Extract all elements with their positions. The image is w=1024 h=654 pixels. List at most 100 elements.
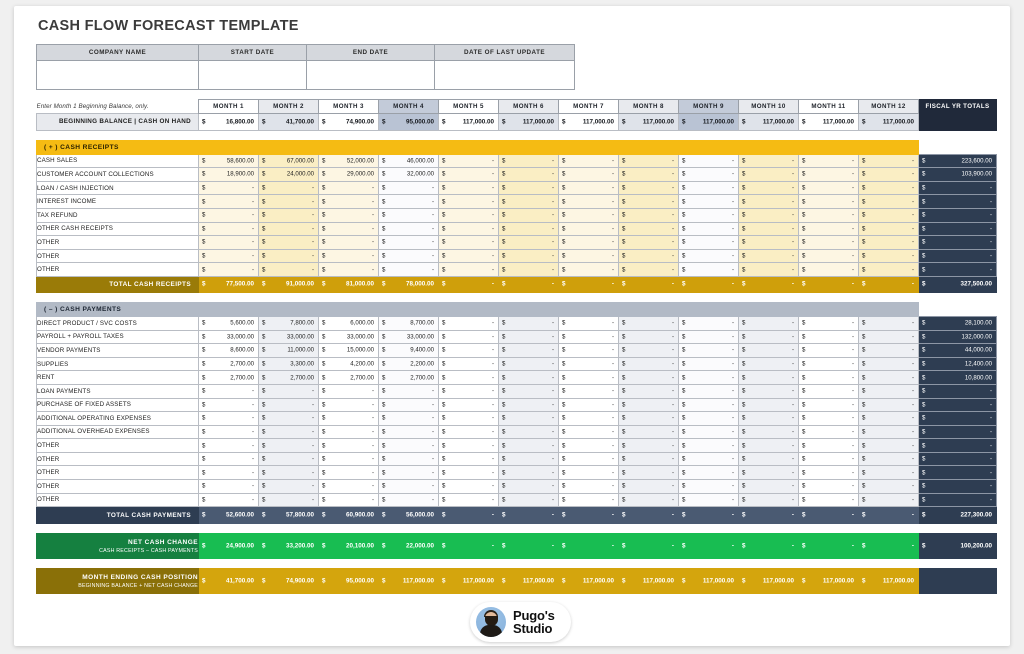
info-input-0[interactable]: [36, 60, 199, 90]
cell-month-9[interactable]: $117,000.00: [678, 112, 739, 131]
cell-month-4[interactable]: $33,000.00: [378, 329, 439, 345]
cell-month-2[interactable]: $67,000.00: [258, 153, 319, 169]
info-input-1[interactable]: [198, 60, 307, 90]
cell-month-8[interactable]: $117,000.00: [618, 568, 679, 595]
cell-month-5[interactable]: $117,000.00: [438, 568, 499, 595]
cell-month-12[interactable]: $ -: [858, 356, 919, 372]
cell-month-10[interactable]: $ -: [738, 262, 799, 277]
cell-month-5[interactable]: $ -: [438, 194, 499, 209]
cell-month-5[interactable]: $ -: [438, 207, 499, 223]
cell-month-2[interactable]: $11,000.00: [258, 343, 319, 358]
cell-month-9[interactable]: $ -: [678, 506, 739, 525]
cell-month-4[interactable]: $ -: [378, 383, 439, 399]
cell-month-5[interactable]: $ -: [438, 343, 499, 358]
cell-month-9[interactable]: $ -: [678, 479, 739, 494]
cell-month-10[interactable]: $ -: [738, 356, 799, 372]
cell-month-10[interactable]: $ -: [738, 411, 799, 426]
cell-month-6[interactable]: $ -: [498, 221, 559, 237]
cell-month-8[interactable]: $ -: [618, 248, 679, 264]
cell-month-8[interactable]: $ -: [618, 221, 679, 237]
cell-month-7[interactable]: $ -: [558, 343, 619, 358]
cell-month-4[interactable]: $ -: [378, 424, 439, 440]
cell-month-4[interactable]: $ -: [378, 248, 439, 264]
cell-month-8[interactable]: $ -: [618, 479, 679, 494]
cell-month-2[interactable]: $ -: [258, 411, 319, 426]
cell-month-3[interactable]: $81,000.00: [318, 275, 379, 293]
cell-month-12[interactable]: $ -: [858, 235, 919, 250]
cell-month-1[interactable]: $ -: [198, 180, 259, 196]
cell-month-12[interactable]: $ -: [858, 438, 919, 453]
cell-month-2[interactable]: $33,200.00: [258, 533, 319, 560]
cell-month-9[interactable]: $ -: [678, 194, 739, 209]
cell-month-9[interactable]: $ -: [678, 167, 739, 182]
cell-month-2[interactable]: $ -: [258, 424, 319, 440]
cell-month-12[interactable]: $ -: [858, 262, 919, 277]
cell-month-12[interactable]: $ -: [858, 383, 919, 399]
cell-month-2[interactable]: $ -: [258, 180, 319, 196]
cell-month-11[interactable]: $117,000.00: [798, 112, 859, 131]
cell-month-10[interactable]: $ -: [738, 383, 799, 399]
cell-month-2[interactable]: $ -: [258, 438, 319, 453]
cell-month-1[interactable]: $ -: [198, 221, 259, 237]
cell-month-11[interactable]: $ -: [798, 356, 859, 372]
cell-month-3[interactable]: $ -: [318, 411, 379, 426]
cell-month-8[interactable]: $ -: [618, 424, 679, 440]
cell-month-8[interactable]: $ -: [618, 275, 679, 293]
cell-month-11[interactable]: $ -: [798, 153, 859, 169]
cell-month-11[interactable]: $ -: [798, 221, 859, 237]
info-input-3[interactable]: [434, 60, 575, 90]
cell-month-3[interactable]: $74,900.00: [318, 112, 379, 131]
cell-month-11[interactable]: $ -: [798, 329, 859, 345]
cell-month-6[interactable]: $ -: [498, 180, 559, 196]
cell-month-4[interactable]: $ -: [378, 492, 439, 508]
cell-month-12[interactable]: $ -: [858, 492, 919, 508]
cell-month-10[interactable]: $ -: [738, 315, 799, 331]
cell-month-12[interactable]: $ -: [858, 153, 919, 169]
cell-month-4[interactable]: $8,700.00: [378, 315, 439, 331]
cell-month-7[interactable]: $ -: [558, 180, 619, 196]
cell-month-4[interactable]: $ -: [378, 194, 439, 209]
cell-month-12[interactable]: $ -: [858, 315, 919, 331]
cell-month-4[interactable]: $95,000.00: [378, 112, 439, 131]
cell-month-8[interactable]: $117,000.00: [618, 112, 679, 131]
cell-month-10[interactable]: $ -: [738, 397, 799, 413]
cell-month-5[interactable]: $ -: [438, 479, 499, 494]
cell-month-5[interactable]: $ -: [438, 465, 499, 481]
cell-month-4[interactable]: $ -: [378, 221, 439, 237]
cell-month-7[interactable]: $ -: [558, 275, 619, 293]
cell-month-7[interactable]: $ -: [558, 397, 619, 413]
cell-month-6[interactable]: $ -: [498, 424, 559, 440]
cell-month-4[interactable]: $ -: [378, 180, 439, 196]
cell-month-8[interactable]: $ -: [618, 207, 679, 223]
cell-month-5[interactable]: $ -: [438, 356, 499, 372]
cell-month-6[interactable]: $ -: [498, 153, 559, 169]
cell-month-11[interactable]: $ -: [798, 262, 859, 277]
cell-month-8[interactable]: $ -: [618, 533, 679, 560]
cell-month-4[interactable]: $2,200.00: [378, 356, 439, 372]
cell-month-7[interactable]: $ -: [558, 383, 619, 399]
cell-month-1[interactable]: $2,700.00: [198, 356, 259, 372]
cell-month-8[interactable]: $ -: [618, 315, 679, 331]
cell-month-6[interactable]: $ -: [498, 275, 559, 293]
cell-month-1[interactable]: $52,600.00: [198, 506, 259, 525]
cell-month-8[interactable]: $ -: [618, 194, 679, 209]
cell-month-10[interactable]: $ -: [738, 153, 799, 169]
cell-month-11[interactable]: $ -: [798, 397, 859, 413]
cell-month-8[interactable]: $ -: [618, 356, 679, 372]
cell-month-7[interactable]: $ -: [558, 153, 619, 169]
cell-month-1[interactable]: $18,900.00: [198, 167, 259, 182]
cell-month-6[interactable]: $ -: [498, 492, 559, 508]
cell-month-3[interactable]: $52,000.00: [318, 153, 379, 169]
cell-month-8[interactable]: $ -: [618, 492, 679, 508]
cell-month-5[interactable]: $ -: [438, 153, 499, 169]
cell-month-1[interactable]: $ -: [198, 438, 259, 453]
cell-month-2[interactable]: $ -: [258, 451, 319, 467]
cell-month-4[interactable]: $2,700.00: [378, 370, 439, 385]
cell-month-4[interactable]: $78,000.00: [378, 275, 439, 293]
cell-month-2[interactable]: $7,800.00: [258, 315, 319, 331]
cell-month-9[interactable]: $ -: [678, 235, 739, 250]
cell-month-12[interactable]: $ -: [858, 343, 919, 358]
cell-month-2[interactable]: $ -: [258, 248, 319, 264]
cell-month-8[interactable]: $ -: [618, 235, 679, 250]
cell-month-1[interactable]: $77,500.00: [198, 275, 259, 293]
